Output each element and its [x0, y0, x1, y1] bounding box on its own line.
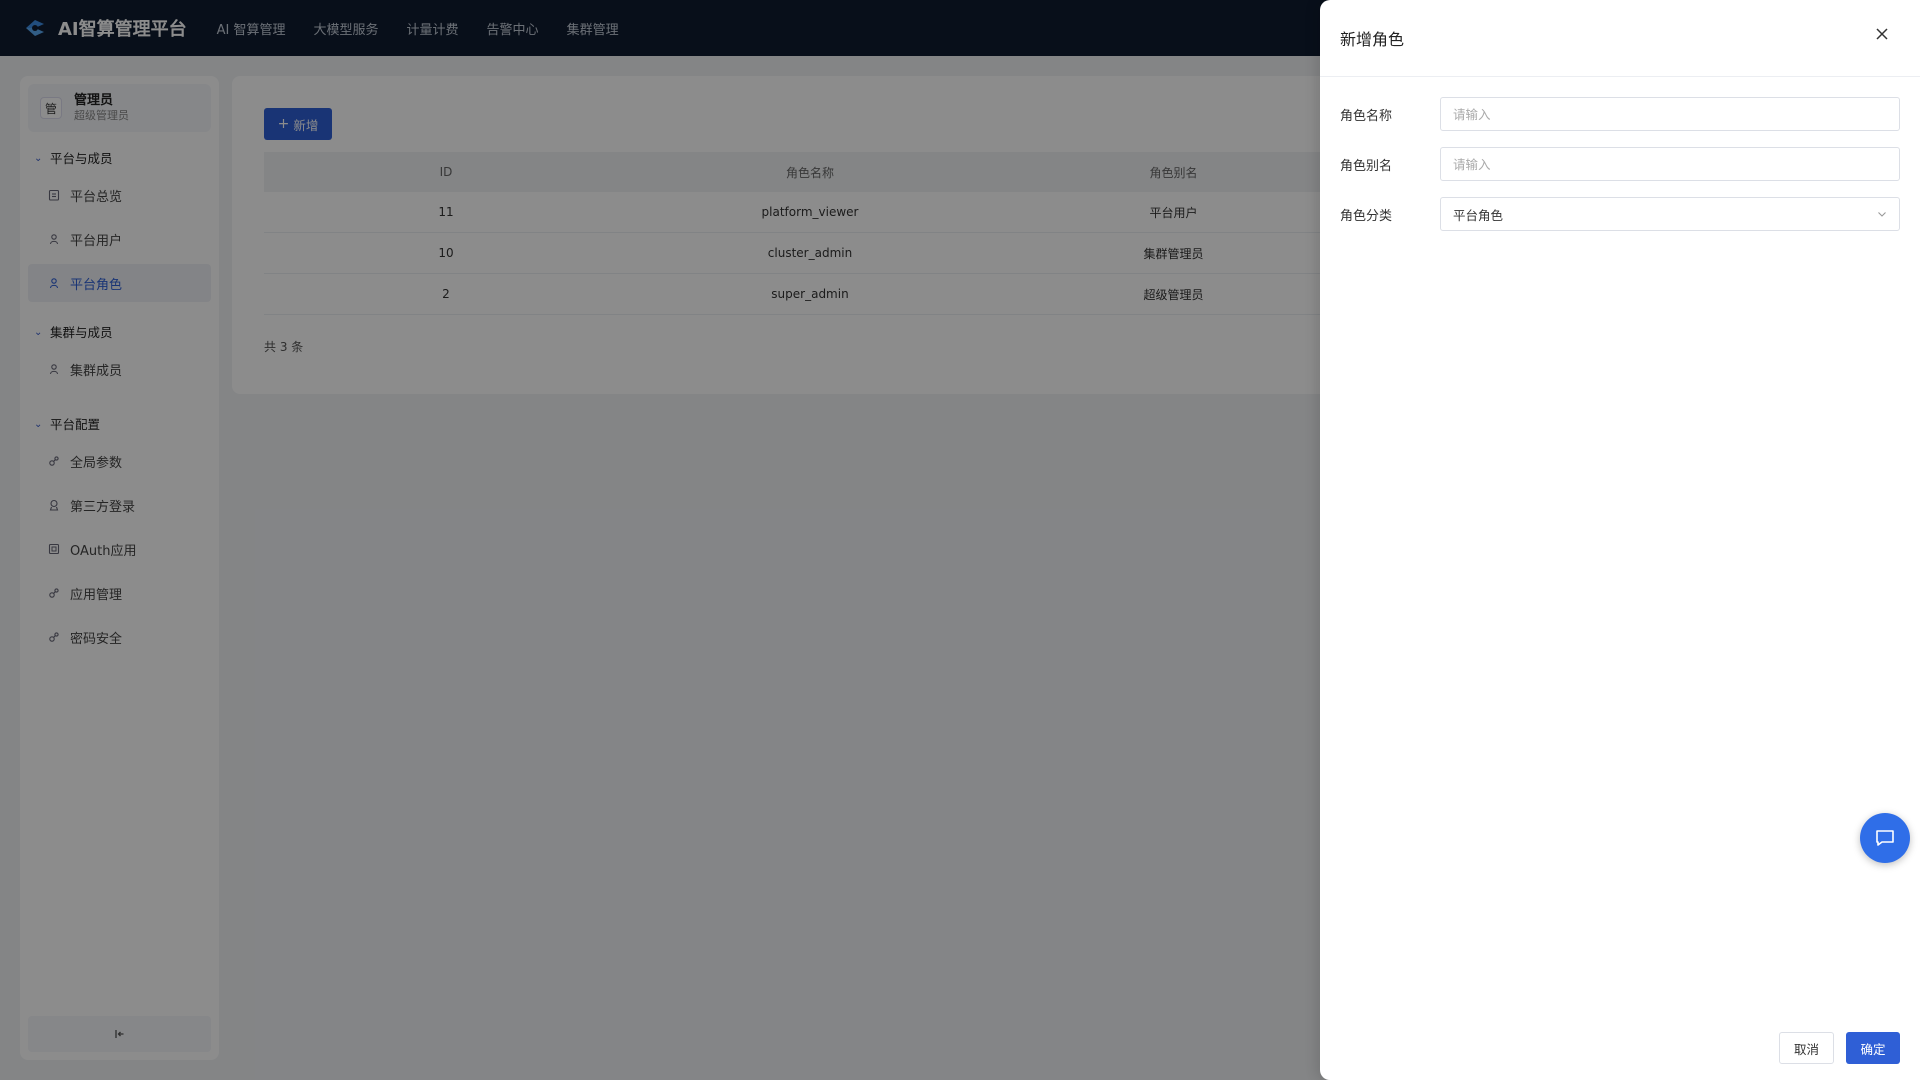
role-alias-input[interactable] [1440, 147, 1900, 181]
confirm-button[interactable]: 确定 [1846, 1032, 1900, 1064]
role-name-label: 角色名称 [1340, 108, 1393, 124]
role-alias-label: 角色别名 [1340, 158, 1393, 174]
drawer-title: 新增角色 [1340, 30, 1405, 49]
role-category-value: 平台角色 [1453, 207, 1504, 223]
role-category-select[interactable]: 平台角色 [1440, 197, 1900, 231]
chat-button[interactable] [1860, 813, 1910, 863]
chevron-down-icon [1878, 212, 1886, 217]
close-icon [1876, 28, 1888, 40]
role-name-input[interactable] [1440, 97, 1900, 131]
form-row-role-category: 角色分类 平台角色 [1340, 197, 1900, 231]
drawer-header: 新增角色 [1320, 0, 1920, 77]
role-form: 角色名称 角色别名 角色分类 平台角色 [1320, 77, 1920, 231]
form-row-role-name: 角色名称 [1340, 97, 1900, 131]
form-row-role-alias: 角色别名 [1340, 147, 1900, 181]
cancel-button[interactable]: 取消 [1779, 1032, 1834, 1064]
drawer-footer: 取消 确定 [1779, 1032, 1900, 1064]
close-button[interactable] [1870, 22, 1894, 46]
add-role-drawer: 新增角色 角色名称 角色别名 角色分类 平台角色 取消 确定 [1320, 0, 1920, 1080]
role-category-label: 角色分类 [1340, 208, 1393, 224]
chat-icon [1876, 830, 1894, 846]
